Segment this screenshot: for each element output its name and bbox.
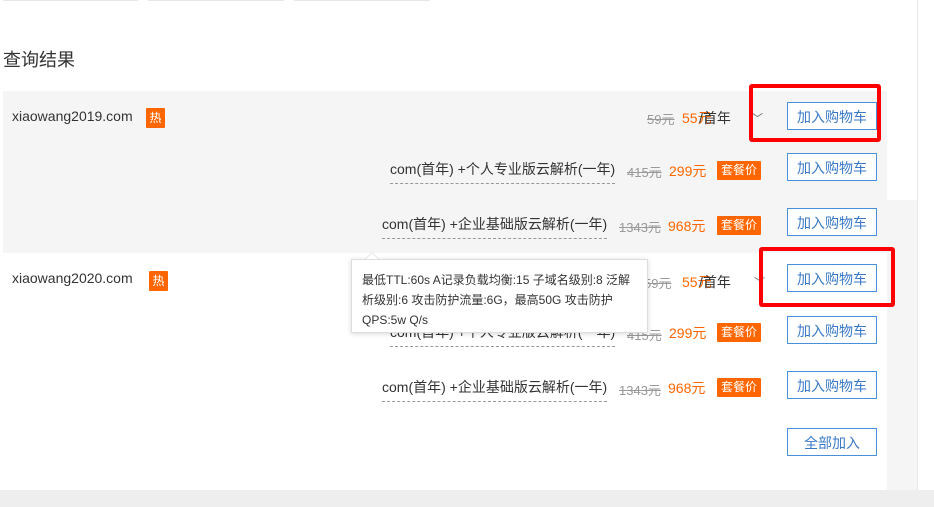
add-bundle-to-cart-button[interactable]: 加入购物车 bbox=[787, 153, 877, 181]
add-bundle-to-cart-button[interactable]: 加入购物车 bbox=[787, 371, 877, 399]
price-unit: /首年 bbox=[699, 110, 731, 126]
sale-price: 968元 bbox=[668, 380, 706, 396]
hot-badge: 热 bbox=[146, 108, 165, 128]
highlight-box bbox=[759, 247, 895, 307]
add-bundle-to-cart-button[interactable]: 加入购物车 bbox=[787, 208, 877, 236]
bundle-label[interactable]: com(首年) +企业基础版云解析(一年) bbox=[382, 377, 608, 402]
add-all-button[interactable]: 全部加入 bbox=[787, 428, 877, 456]
bundle-deal-badge: 套餐价 bbox=[717, 216, 762, 235]
sale-price: 968元 bbox=[668, 218, 706, 234]
top-divider bbox=[3, 0, 138, 1]
original-price: 415元 bbox=[627, 165, 662, 180]
bundle-deal-badge: 套餐价 bbox=[717, 161, 762, 180]
bottom-bar bbox=[0, 490, 934, 507]
tooltip-arrow bbox=[366, 253, 378, 259]
original-price: 59元 bbox=[647, 112, 675, 127]
bundle-deal-badge: 套餐价 bbox=[717, 323, 762, 342]
tooltip-line: QPS:5w Q/s bbox=[362, 313, 429, 327]
page-gutter bbox=[917, 0, 934, 507]
tooltip-line: 析级别:6 攻击防护流量:6G，最高50G 攻击防护 bbox=[362, 293, 613, 307]
section-title: 查询结果 bbox=[3, 50, 75, 70]
highlight-box bbox=[749, 84, 881, 142]
top-divider bbox=[148, 0, 284, 1]
top-divider bbox=[294, 0, 430, 1]
domain-name: xiaowang2020.com bbox=[12, 270, 133, 286]
add-bundle-to-cart-button[interactable]: 加入购物车 bbox=[787, 316, 877, 344]
domain-name: xiaowang2019.com bbox=[12, 108, 133, 124]
original-price: 1343元 bbox=[619, 220, 661, 235]
bundle-label[interactable]: com(首年) +个人专业版云解析(一年) bbox=[390, 159, 616, 184]
hot-badge: 热 bbox=[149, 271, 168, 291]
price-unit: /首年 bbox=[699, 274, 731, 290]
bundle-label[interactable]: com(首年) +企业基础版云解析(一年) bbox=[382, 214, 608, 239]
original-price: 1343元 bbox=[619, 383, 661, 398]
sale-price: 299元 bbox=[669, 163, 707, 179]
original-price: 59元 bbox=[644, 276, 672, 291]
bundle-deal-badge: 套餐价 bbox=[717, 378, 762, 397]
page-gutter-shade bbox=[887, 200, 917, 490]
tooltip-line: 最低TTL:60s A记录负载均衡:15 子域名级别:8 泛解 bbox=[362, 273, 631, 287]
dns-spec-tooltip: 最低TTL:60s A记录负载均衡:15 子域名级别:8 泛解 析级别:6 攻击… bbox=[351, 259, 648, 333]
sale-price: 299元 bbox=[669, 325, 707, 341]
